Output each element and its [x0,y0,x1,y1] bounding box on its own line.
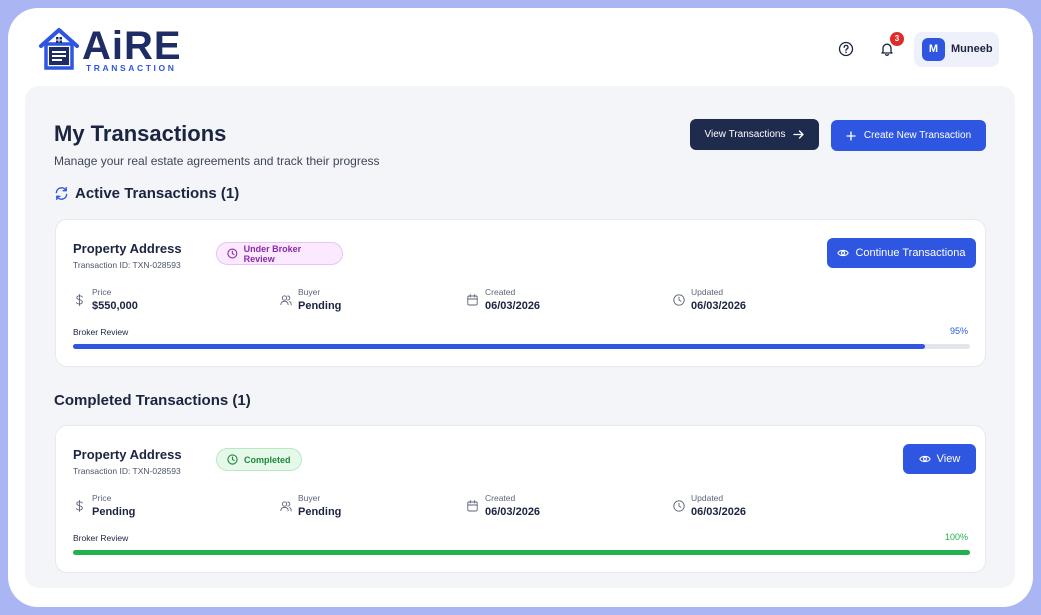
completed-section-title: Completed Transactions (1) [54,392,251,409]
calendar-icon [467,500,478,512]
help-circle-icon [838,41,854,57]
status-badge: Completed [216,448,302,471]
buyer-label: Buyer [298,493,321,503]
brand-subtitle: TRANSACTION [86,63,177,73]
page-subtitle: Manage your real estate agreements and t… [54,154,380,168]
house-document-icon [39,28,79,70]
users-icon [280,295,292,306]
create-transaction-button[interactable]: Create New Transaction [831,120,986,151]
card-title: Property Address [73,447,182,462]
progress-label: Broker Review [73,327,129,337]
avatar: M [922,38,945,61]
top-header: AiRE TRANSACTION 3 M Muneeb [8,8,1033,86]
progress-percent: 95% [949,326,968,336]
continue-transaction-button[interactable]: Continue Transactiona [827,238,976,268]
active-section-title: Active Transactions (1) [75,185,240,202]
dollar-icon [76,294,83,306]
refresh-icon [55,186,68,201]
updated-label: Updated [691,493,724,503]
buyer-label: Buyer [298,287,321,297]
page-title: My Transactions [54,121,227,146]
progress-fill [73,344,926,349]
arrow-right-icon [793,130,805,139]
main-panel: My Transactions Manage your real estate … [25,86,1015,588]
transaction-id: Transaction ID: TXN-028593 [73,260,181,270]
eye-icon [918,455,931,463]
view-transactions-label: View Transactions [704,129,786,140]
clock-icon [673,294,685,306]
price-label: Price [92,287,112,297]
plus-icon [846,130,856,141]
clock-icon [673,500,685,512]
brand-logo[interactable]: AiRE TRANSACTION [38,24,188,73]
clock-icon [227,248,238,259]
progress-track [73,344,970,349]
continue-transaction-label: Continue Transactiona [855,247,966,259]
view-transaction-button[interactable]: View [903,444,976,474]
status-badge: Under Broker Review [216,242,343,265]
create-transaction-label: Create New Transaction [863,130,972,141]
user-name: Muneeb [951,43,993,55]
price-value: $550,000 [92,300,138,312]
calendar-icon [467,294,478,306]
transaction-card: Property Address Transaction ID: TXN-028… [55,219,986,367]
dollar-icon [76,500,83,512]
card-title: Property Address [73,241,182,256]
progress-percent: 100% [944,532,968,542]
transaction-card: Property Address Transaction ID: TXN-028… [55,425,986,573]
updated-value: 06/03/2026 [691,300,747,312]
status-label: Completed [244,454,291,465]
users-icon [280,501,292,512]
progress-label: Broker Review [73,533,129,543]
view-transaction-label: View [936,453,961,465]
user-menu[interactable]: M Muneeb [914,32,999,67]
updated-label: Updated [691,287,724,297]
progress-track [73,550,970,555]
created-label: Created [485,287,516,297]
buyer-value: Pending [298,506,342,518]
updated-value: 06/03/2026 [691,506,747,518]
brand-name: AiRE [82,24,182,68]
eye-icon [837,249,850,257]
price-label: Price [92,493,112,503]
progress-fill [73,550,970,555]
created-value: 06/03/2026 [485,300,541,312]
created-value: 06/03/2026 [485,506,541,518]
price-value: Pending [92,506,136,518]
transaction-id: Transaction ID: TXN-028593 [73,466,181,476]
app-window: AiRE TRANSACTION 3 M Muneeb My Transacti… [8,8,1033,607]
view-transactions-button[interactable]: View Transactions [690,119,819,150]
notification-count-badge: 3 [890,32,904,46]
clock-icon [227,454,238,465]
created-label: Created [485,493,516,503]
help-button[interactable] [838,41,854,57]
status-label: Under Broker Review [243,243,302,264]
buyer-value: Pending [298,300,342,312]
